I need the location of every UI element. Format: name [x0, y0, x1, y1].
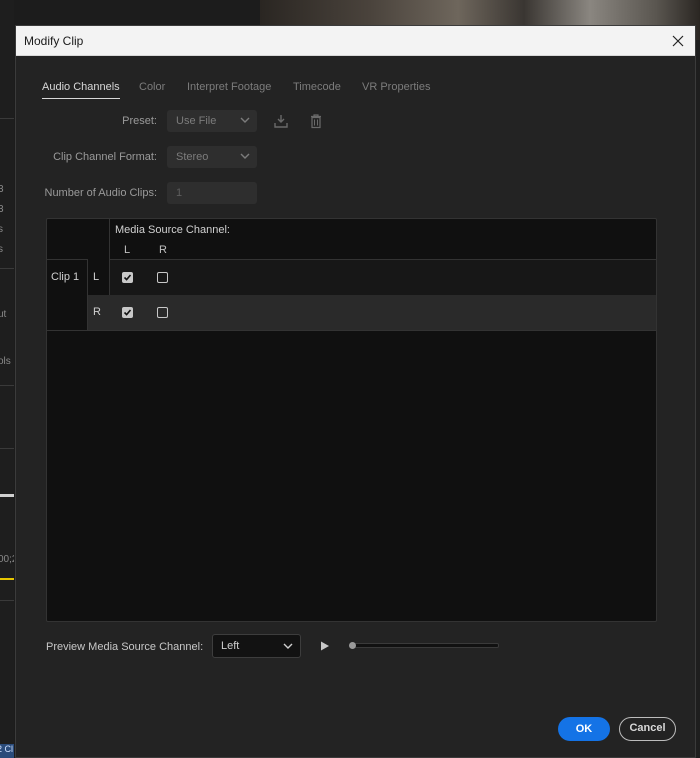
- channel-row: [110, 260, 656, 295]
- divider: [0, 385, 14, 386]
- cancel-button[interactable]: Cancel: [619, 717, 676, 741]
- save-preset-icon[interactable]: [273, 113, 289, 129]
- divider: [0, 448, 14, 449]
- num-audio-clips-label: Number of Audio Clips:: [44, 187, 158, 199]
- tab-label: Audio Channels: [42, 81, 120, 93]
- background-text: ols: [0, 356, 11, 367]
- preview-channel-label: Preview Media Source Channel:: [46, 641, 204, 653]
- preview-scrubber-handle[interactable]: [349, 642, 356, 649]
- tab-label: Interpret Footage: [187, 81, 272, 93]
- channel-matrix: Media Source Channel: L R Clip 1 L R: [46, 218, 657, 622]
- column-header-r: R: [159, 244, 167, 256]
- tab-label: VR Properties: [362, 81, 431, 93]
- timeline-work-area-bar: [0, 578, 14, 580]
- tab-label: Timecode: [293, 81, 341, 93]
- clip-channel-format-dropdown[interactable]: Stereo: [167, 146, 257, 168]
- tab-timecode[interactable]: Timecode: [293, 81, 341, 93]
- chevron-down-icon: [240, 153, 250, 159]
- tab-label: Color: [139, 81, 166, 93]
- preset-value: Use File: [176, 115, 217, 127]
- channel-row: [88, 295, 656, 330]
- checkbox-r-l[interactable]: [122, 307, 133, 318]
- timeline-ruler: [0, 494, 14, 497]
- clip-channel-format-value: Stereo: [176, 151, 209, 163]
- background-status-label: 2 Cl: [0, 744, 14, 758]
- column-header-l: L: [124, 244, 131, 256]
- active-tab-indicator: [42, 98, 120, 99]
- background-text: 3: [0, 204, 4, 215]
- preset-dropdown[interactable]: Use File: [167, 110, 257, 132]
- modify-clip-dialog: Modify Clip Audio Channels Color Interpr…: [15, 25, 696, 758]
- background-text: 00;2: [0, 554, 14, 565]
- media-source-channel-header: Media Source Channel:: [115, 224, 230, 236]
- play-icon[interactable]: [319, 640, 331, 652]
- ok-button[interactable]: OK: [558, 717, 610, 741]
- checkbox-r-r[interactable]: [157, 307, 168, 318]
- preview-channel-value: Left: [221, 640, 240, 652]
- clip-name: Clip 1: [51, 271, 80, 283]
- channel-label: R: [93, 306, 101, 318]
- num-audio-clips-field[interactable]: 1: [167, 182, 257, 204]
- checkbox-l-l[interactable]: [122, 272, 133, 283]
- tab-audio-channels[interactable]: Audio Channels: [42, 81, 120, 99]
- chevron-down-icon: [283, 643, 293, 649]
- background-text: 3: [0, 184, 4, 195]
- divider: [47, 259, 87, 260]
- divider: [0, 268, 14, 269]
- tab-color[interactable]: Color: [139, 81, 165, 93]
- divider: [47, 330, 656, 331]
- divider: [0, 118, 14, 119]
- preview-channel-dropdown[interactable]: Left: [212, 634, 301, 658]
- preview-scrubber-track[interactable]: [352, 643, 499, 648]
- background-right-panel: [696, 40, 700, 758]
- background-text: s: [0, 244, 3, 255]
- tab-vr-properties[interactable]: VR Properties: [362, 81, 430, 93]
- clip-channel-format-label: Clip Channel Format:: [53, 151, 157, 163]
- chevron-down-icon: [240, 117, 250, 123]
- tab-interpret-footage[interactable]: Interpret Footage: [187, 81, 271, 93]
- divider: [0, 600, 14, 601]
- dialog-titlebar: Modify Clip: [16, 26, 695, 56]
- trash-icon[interactable]: [308, 113, 324, 129]
- num-audio-clips-value: 1: [176, 187, 183, 199]
- checkbox-l-r[interactable]: [157, 272, 168, 283]
- close-icon[interactable]: [667, 30, 689, 52]
- channel-label: L: [93, 271, 100, 283]
- background-text: s: [0, 224, 3, 235]
- dialog-title: Modify Clip: [24, 34, 84, 48]
- background-left-panel: 3 3 s s ut ols 00;2 2 Cl: [0, 0, 14, 758]
- preset-label: Preset:: [122, 115, 157, 127]
- background-text: ut: [0, 309, 7, 320]
